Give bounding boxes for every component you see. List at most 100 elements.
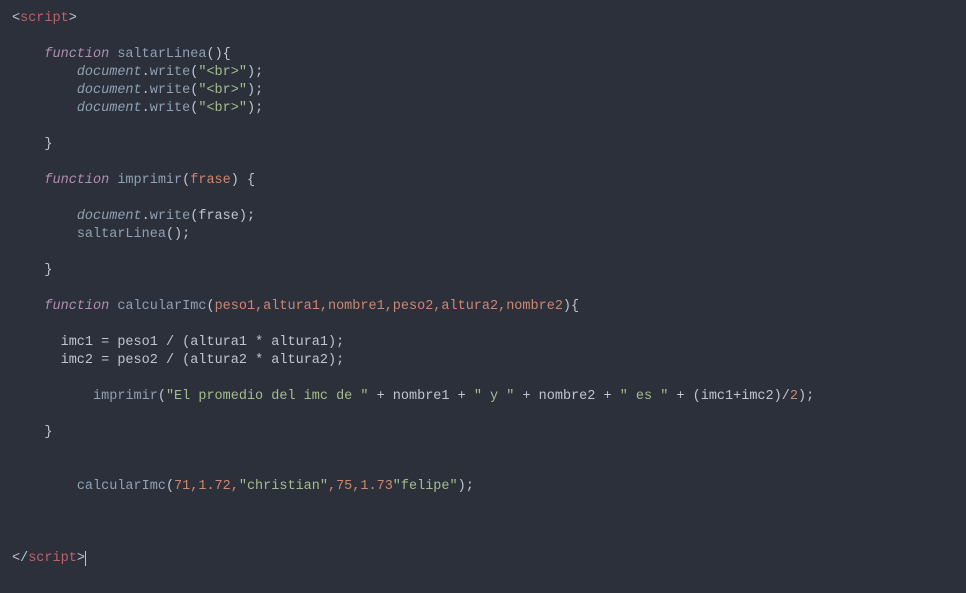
paren: ) [174, 227, 182, 242]
fn-imprimir: imprimir [117, 173, 182, 188]
num-2: 2 [790, 389, 798, 404]
brace-close: } [44, 137, 52, 152]
op-div: / [158, 335, 182, 350]
semi: ; [247, 209, 255, 224]
method-write: write [150, 83, 191, 98]
semi: ; [336, 335, 344, 350]
paren: ( [693, 389, 701, 404]
var-imc2: imc2 [61, 353, 93, 368]
var-altura2: altura2 [271, 353, 328, 368]
method-write: write [150, 209, 191, 224]
tag-end-open: </ [12, 551, 28, 566]
args-pre: 71,1.72, [174, 479, 239, 494]
string-es: " es " [620, 389, 669, 404]
paren: ) [239, 209, 247, 224]
call-saltarLinea: saltarLinea [77, 227, 166, 242]
brace: { [571, 299, 579, 314]
semi: ; [806, 389, 814, 404]
var-peso2: peso2 [117, 353, 158, 368]
op-div-inner: / [782, 389, 790, 404]
op-div: / [158, 353, 182, 368]
semi: ; [255, 101, 263, 116]
paren: ) [563, 299, 571, 314]
op-plus: + [450, 389, 474, 404]
paren: ( [166, 479, 174, 494]
paren: ) [247, 101, 255, 116]
dot: . [142, 65, 150, 80]
paren: ) [247, 83, 255, 98]
var-frase: frase [198, 209, 239, 224]
tag-script-open: script [20, 11, 69, 26]
op-eq: = [93, 353, 117, 368]
paren: ( [158, 389, 166, 404]
paren: ) [774, 389, 782, 404]
paren: ) [458, 479, 466, 494]
var-imc2: imc2 [741, 389, 773, 404]
semi: ; [466, 479, 474, 494]
obj-document: document [77, 101, 142, 116]
var-peso1: peso1 [117, 335, 158, 350]
op-plus: + [514, 389, 538, 404]
call-calcularImc: calcularImc [77, 479, 166, 494]
string-y: " y " [474, 389, 515, 404]
method-write: write [150, 101, 191, 116]
var-altura2: altura2 [190, 353, 247, 368]
paren: ) [231, 173, 239, 188]
keyword-function: function [44, 47, 109, 62]
paren: ) [798, 389, 806, 404]
brace: { [223, 47, 231, 62]
semi: ; [336, 353, 344, 368]
var-altura1: altura1 [190, 335, 247, 350]
paren: ) [215, 47, 223, 62]
obj-document: document [77, 65, 142, 80]
dot: . [142, 209, 150, 224]
semi: ; [255, 65, 263, 80]
op-star: * [247, 335, 271, 350]
var-altura1: altura1 [271, 335, 328, 350]
op-plus: + [368, 389, 392, 404]
tag-close-bracket: > [77, 551, 85, 566]
string-promedio: "El promedio del imc de " [166, 389, 369, 404]
string-br: "<br>" [198, 101, 247, 116]
dot: . [142, 83, 150, 98]
string-br: "<br>" [198, 83, 247, 98]
keyword-function: function [44, 299, 109, 314]
call-imprimir: imprimir [93, 389, 158, 404]
paren: ) [247, 65, 255, 80]
semi: ; [255, 83, 263, 98]
var-nombre2: nombre2 [539, 389, 596, 404]
keyword-function: function [44, 173, 109, 188]
paren: ( [166, 227, 174, 242]
brace: { [247, 173, 255, 188]
paren: ) [328, 353, 336, 368]
paren: ( [206, 47, 214, 62]
var-imc1: imc1 [61, 335, 93, 350]
tag-close-bracket: > [69, 11, 77, 26]
obj-document: document [77, 209, 142, 224]
string-christian: "christian" [239, 479, 328, 494]
brace-close: } [44, 425, 52, 440]
paren: ( [206, 299, 214, 314]
string-felipe: "felipe" [393, 479, 458, 494]
fn-calcularImc: calcularImc [117, 299, 206, 314]
semi: ; [182, 227, 190, 242]
brace-close: } [44, 263, 52, 278]
op-plus: + [595, 389, 619, 404]
args-mid: ,75,1.73 [328, 479, 393, 494]
dot: . [142, 101, 150, 116]
tag-open-bracket: < [12, 11, 20, 26]
op-star: * [247, 353, 271, 368]
code-editor[interactable]: <script> function saltarLinea(){ documen… [0, 10, 966, 568]
method-write: write [150, 65, 191, 80]
string-br: "<br>" [198, 65, 247, 80]
op-eq: = [93, 335, 117, 350]
op-plus: + [668, 389, 692, 404]
cursor-icon [85, 551, 86, 566]
obj-document: document [77, 83, 142, 98]
var-nombre1: nombre1 [393, 389, 450, 404]
params-calc: peso1,altura1,nombre1,peso2,altura2,nomb… [215, 299, 563, 314]
paren: ) [328, 335, 336, 350]
fn-saltarLinea: saltarLinea [117, 47, 206, 62]
var-imc1: imc1 [701, 389, 733, 404]
tag-script-close: script [28, 551, 77, 566]
